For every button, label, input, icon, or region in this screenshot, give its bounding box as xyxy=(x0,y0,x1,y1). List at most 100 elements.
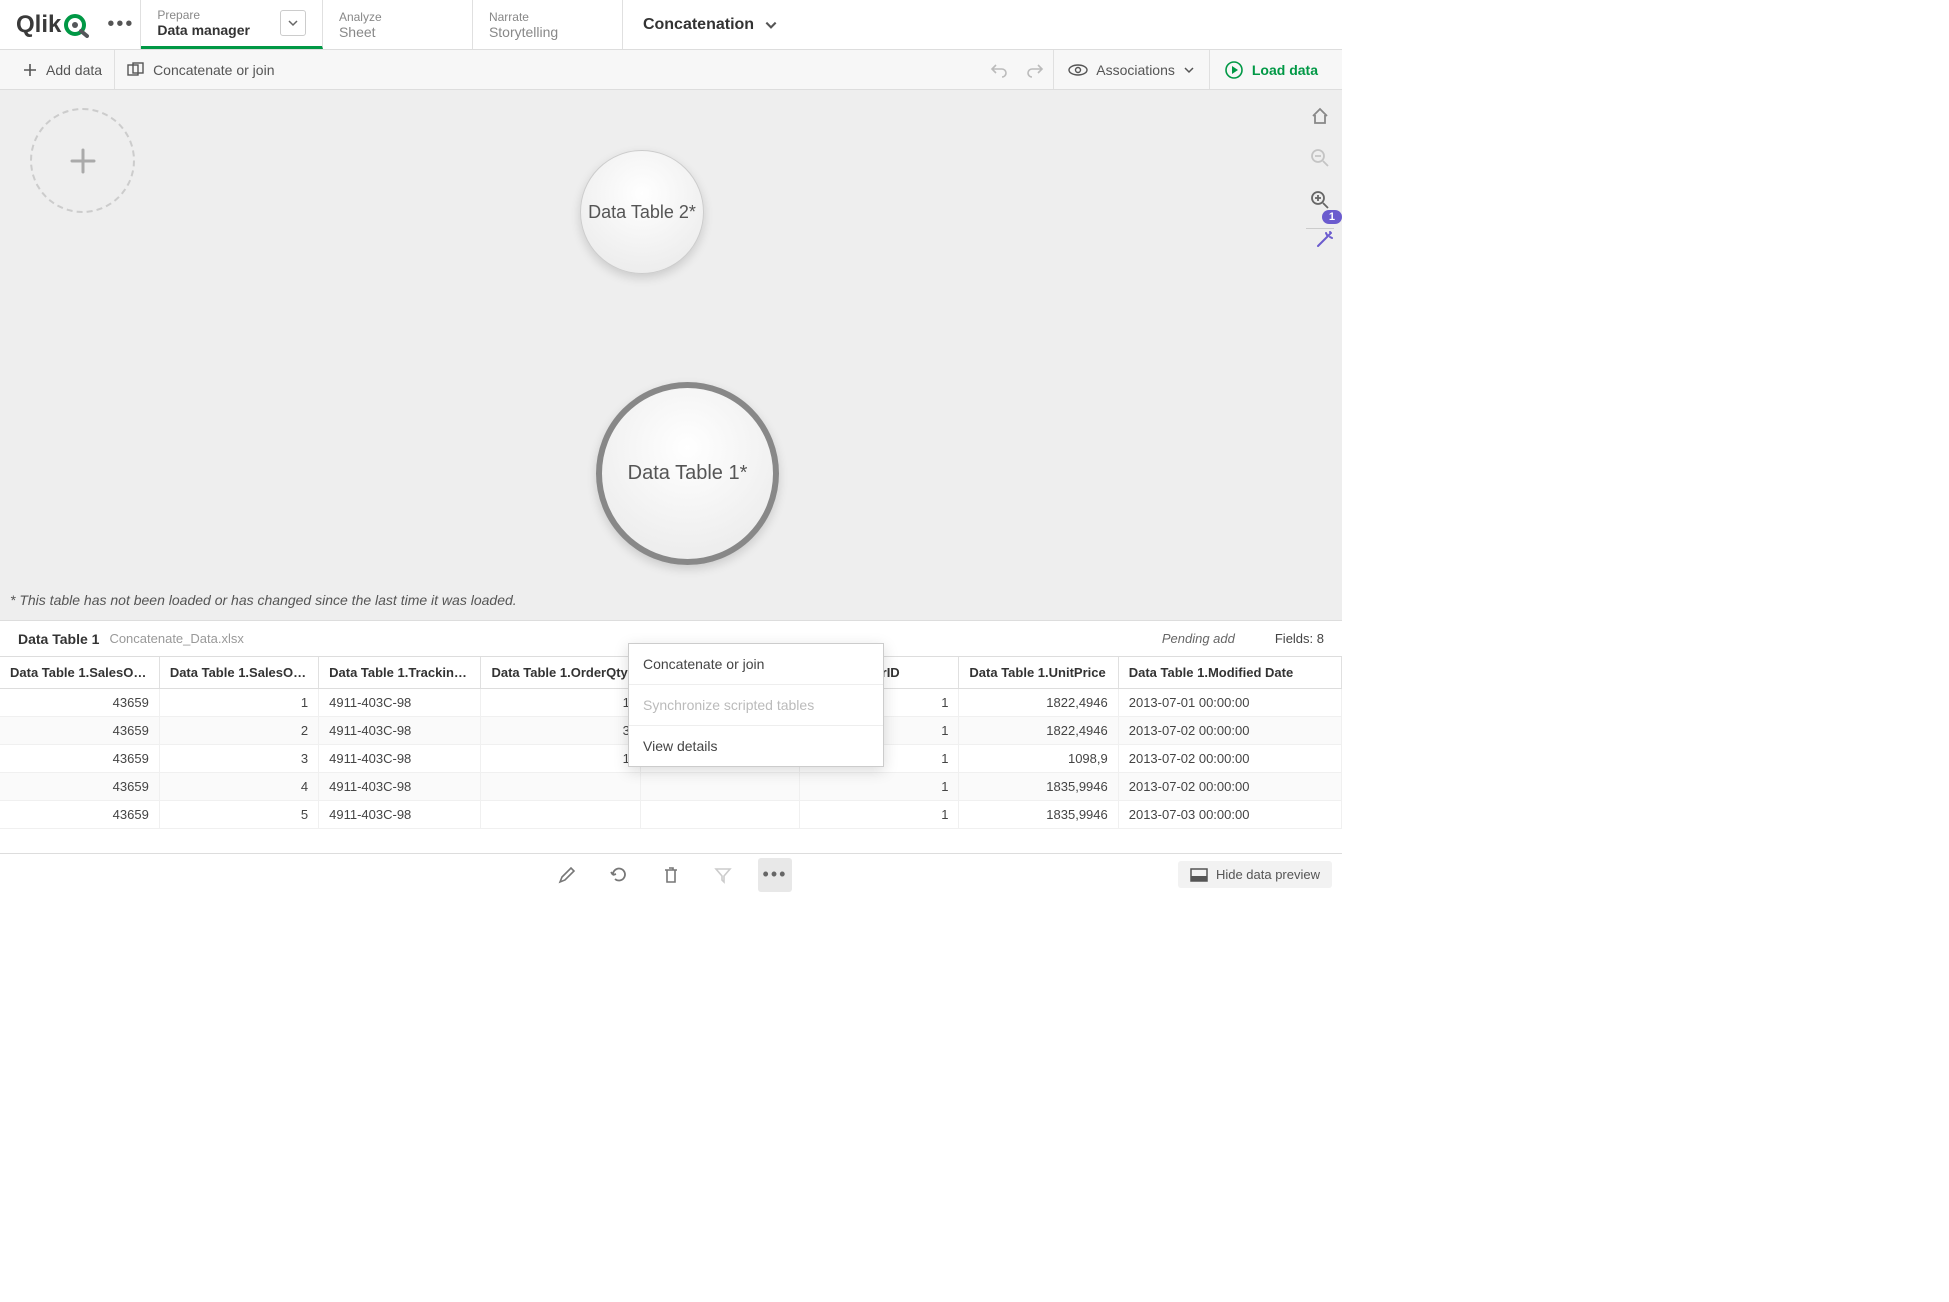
column-header[interactable]: Data Table 1.SalesOr… xyxy=(0,657,159,689)
table-cell: 1 xyxy=(800,801,959,829)
trash-icon xyxy=(662,865,680,885)
app-title[interactable]: Concatenation xyxy=(623,0,798,49)
concatenate-icon xyxy=(127,62,145,78)
global-more-button[interactable]: ••• xyxy=(101,0,141,49)
table-cell: 43659 xyxy=(0,773,159,801)
filter-button xyxy=(706,858,740,892)
reload-table-button[interactable] xyxy=(602,858,636,892)
logo-text: Qlik xyxy=(16,11,61,39)
more-actions-button[interactable]: ••• xyxy=(758,858,792,892)
plus-icon xyxy=(68,146,98,176)
context-menu-item[interactable]: Concatenate or join xyxy=(629,644,883,685)
table-cell: 43659 xyxy=(0,801,159,829)
chevron-down-icon xyxy=(764,18,778,32)
undo-button[interactable] xyxy=(981,50,1017,89)
table-cell: 43659 xyxy=(0,689,159,717)
table-row[interactable]: 4365954911-403C-98 11835,99462013-07-03 0… xyxy=(0,801,1342,829)
preview-pending-status: Pending add xyxy=(1162,631,1235,646)
table-cell: 2013-07-03 00:00:00 xyxy=(1118,801,1341,829)
more-icon: ••• xyxy=(763,864,788,885)
table-cell: 4 xyxy=(159,773,318,801)
concatenate-button[interactable]: Concatenate or join xyxy=(115,50,286,89)
table-cell: 5 xyxy=(159,801,318,829)
table-cell: 3 xyxy=(159,745,318,773)
hide-data-preview-button[interactable]: Hide data preview xyxy=(1178,861,1332,888)
chevron-down-icon xyxy=(1183,64,1195,76)
redo-button[interactable] xyxy=(1017,50,1053,89)
table-bubble-data-table-1[interactable]: Data Table 1* xyxy=(596,382,779,565)
pencil-icon xyxy=(557,865,577,885)
table-cell: 4911-403C-98 xyxy=(319,689,481,717)
add-data-button[interactable]: Add data xyxy=(10,50,115,89)
home-icon xyxy=(1310,106,1330,126)
table-cell: 1 xyxy=(481,745,640,773)
play-circle-icon xyxy=(1224,60,1244,80)
zoom-out-button[interactable] xyxy=(1306,144,1334,172)
table-cell: 1835,9946 xyxy=(959,773,1118,801)
magic-wand-icon xyxy=(1314,230,1334,250)
table-cell: 1 xyxy=(481,689,640,717)
preview-fields-count: Fields: 8 xyxy=(1275,631,1324,646)
table-cell: 43659 xyxy=(0,717,159,745)
table-cell: 1822,4946 xyxy=(959,689,1118,717)
canvas-footnote: * This table has not been loaded or has … xyxy=(10,592,517,608)
redo-icon xyxy=(1026,61,1044,79)
zoom-in-icon xyxy=(1310,190,1330,210)
bubble-label: Data Table 2* xyxy=(588,202,696,223)
table-cell: 1835,9946 xyxy=(959,801,1118,829)
edit-table-button[interactable] xyxy=(550,858,584,892)
column-header[interactable]: Data Table 1.OrderQty xyxy=(481,657,640,689)
associations-label: Associations xyxy=(1096,62,1175,78)
app-title-text: Concatenation xyxy=(643,16,754,34)
recommendations-button[interactable] xyxy=(1314,230,1334,250)
plus-icon xyxy=(22,62,38,78)
delete-table-button[interactable] xyxy=(654,858,688,892)
preview-table-name: Data Table 1 xyxy=(18,631,99,647)
table-cell: 4911-403C-98 xyxy=(319,717,481,745)
table-cell xyxy=(640,773,799,801)
column-header[interactable]: Data Table 1.UnitPrice xyxy=(959,657,1118,689)
associations-canvas[interactable]: Data Table 2* Data Table 1* * This table… xyxy=(0,90,1342,620)
associations-button[interactable]: Associations xyxy=(1053,50,1209,89)
column-header[interactable]: Data Table 1.Modified Date xyxy=(1118,657,1341,689)
table-cell: 2013-07-02 00:00:00 xyxy=(1118,773,1341,801)
refresh-icon xyxy=(609,865,629,885)
table-cell xyxy=(640,801,799,829)
add-data-label: Add data xyxy=(46,62,102,78)
table-cell: 1 xyxy=(800,773,959,801)
table-cell: 4911-403C-98 xyxy=(319,801,481,829)
table-bubble-data-table-2[interactable]: Data Table 2* xyxy=(580,150,704,274)
table-cell: 2013-07-01 00:00:00 xyxy=(1118,689,1341,717)
context-menu-item[interactable]: View details xyxy=(629,726,883,766)
nav-tab-analyze[interactable]: Analyze Sheet xyxy=(323,0,473,49)
table-cell: 1822,4946 xyxy=(959,717,1118,745)
table-cell: 2013-07-02 00:00:00 xyxy=(1118,745,1341,773)
zoom-out-icon xyxy=(1310,148,1330,168)
column-header[interactable]: Data Table 1.SalesOr… xyxy=(159,657,318,689)
panel-icon xyxy=(1190,868,1208,882)
home-button[interactable] xyxy=(1306,102,1334,130)
load-data-label: Load data xyxy=(1252,62,1318,78)
nav-tab-prepare[interactable]: Prepare Data manager xyxy=(141,0,323,49)
column-header[interactable]: Data Table 1.Tracking… xyxy=(319,657,481,689)
table-row[interactable]: 4365944911-403C-98 11835,99462013-07-02 0… xyxy=(0,773,1342,801)
add-table-bubble[interactable] xyxy=(30,108,135,213)
table-cell: 4911-403C-98 xyxy=(319,745,481,773)
nav-narrate-small: Narrate xyxy=(489,10,606,24)
table-cell: 4911-403C-98 xyxy=(319,773,481,801)
nav-tab-narrate[interactable]: Narrate Storytelling xyxy=(473,0,623,49)
filter-icon xyxy=(713,865,733,885)
nav-narrate-big: Storytelling xyxy=(489,24,606,40)
eye-icon xyxy=(1068,63,1088,77)
logo: Qlik xyxy=(0,0,101,49)
load-data-button[interactable]: Load data xyxy=(1209,50,1332,89)
prepare-dropdown-button[interactable] xyxy=(280,10,306,36)
nav-analyze-small: Analyze xyxy=(339,10,456,24)
preview-file-name: Concatenate_Data.xlsx xyxy=(109,631,243,646)
table-cell: 1 xyxy=(159,689,318,717)
recommendations-badge: 1 xyxy=(1322,210,1342,224)
table-context-menu: Concatenate or joinSynchronize scripted … xyxy=(628,643,884,767)
bubble-label: Data Table 1* xyxy=(628,462,748,485)
nav-prepare-small: Prepare xyxy=(157,8,250,22)
concatenate-label: Concatenate or join xyxy=(153,62,274,78)
